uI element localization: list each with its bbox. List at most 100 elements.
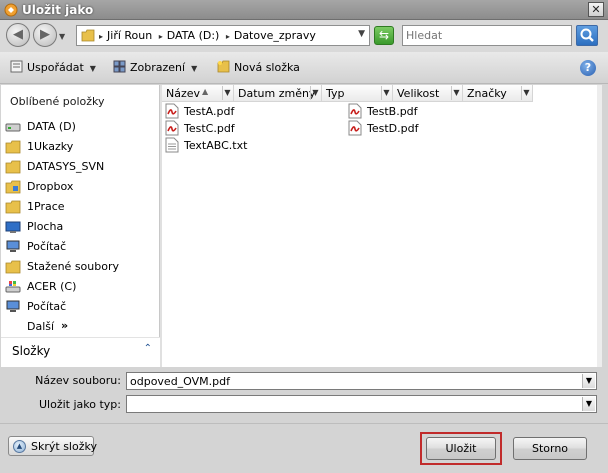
column-label: Název — [166, 87, 201, 100]
column-label: Velikost — [397, 87, 440, 100]
views-menu[interactable]: Zobrazení ▼ — [113, 60, 197, 74]
breadcrumb: ▸ Jiří Roun ▸ DATA (D:) ▸ Datove_zpravy — [99, 29, 319, 42]
filetype-select[interactable]: ▼ — [126, 395, 597, 413]
column-filter-dropdown[interactable]: ▼ — [310, 86, 320, 100]
new-folder-button[interactable]: Nová složka — [217, 60, 300, 74]
breadcrumb-item[interactable]: DATA (D:) — [167, 29, 220, 42]
nav-item-datasys-svn[interactable]: DATASYS_SVN — [5, 158, 157, 176]
new-folder-label: Nová složka — [234, 61, 300, 74]
folder-icon — [5, 200, 21, 214]
file-list: Název ▲ ▼ Datum změny ▼ Typ ▼ Velikost ▼… — [162, 85, 602, 367]
cancel-button[interactable]: Storno — [513, 437, 587, 460]
filename-field[interactable]: ▼ — [126, 372, 597, 390]
nav-item-dropbox[interactable]: Dropbox — [5, 178, 157, 196]
column-header-name[interactable]: Název ▲ ▼ — [162, 85, 234, 102]
file-item[interactable]: TestC.pdf — [165, 120, 285, 137]
nav-item-stazene-soubory[interactable]: Stažené soubory — [5, 258, 157, 276]
pdf-file-icon — [348, 103, 362, 119]
save-button[interactable]: Uložit — [426, 437, 496, 460]
chevron-down-icon[interactable]: ▼ — [582, 397, 595, 411]
sort-ascending-icon: ▲ — [202, 87, 209, 96]
nav-item-label: Počítač — [27, 300, 67, 313]
nav-item-pocitac[interactable]: Počítač — [5, 238, 157, 256]
address-bar[interactable]: ▸ Jiří Roun ▸ DATA (D:) ▸ Datove_zpravy ▼ — [76, 25, 370, 46]
pdf-file-icon — [165, 103, 179, 119]
save-dialog-icon — [4, 3, 18, 17]
organize-menu[interactable]: Uspořádat ▼ — [10, 60, 96, 74]
nav-item-label: Plocha — [27, 220, 64, 233]
folders-toggle[interactable]: Složky ⌃ — [1, 337, 160, 367]
breadcrumb-separator[interactable]: ▸ — [99, 32, 103, 41]
forward-button[interactable]: ▶ — [33, 23, 57, 47]
file-name: TestD.pdf — [367, 122, 419, 135]
breadcrumb-separator[interactable]: ▸ — [226, 32, 230, 41]
nav-item-1ukazky[interactable]: 1Ukazky — [5, 138, 157, 156]
column-filter-dropdown[interactable]: ▼ — [451, 86, 461, 100]
column-filter-dropdown[interactable]: ▼ — [381, 86, 391, 100]
file-name: TestC.pdf — [184, 122, 235, 135]
nav-item-more[interactable]: Další » — [5, 318, 157, 336]
search-button[interactable] — [576, 25, 598, 46]
nav-item-1prace[interactable]: 1Prace — [5, 198, 157, 216]
nav-item-plocha[interactable]: Plocha — [5, 218, 157, 236]
address-dropdown-icon[interactable]: ▼ — [358, 29, 365, 39]
window-title: Uložit jako — [22, 3, 94, 17]
refresh-button[interactable]: ⇆ — [374, 26, 394, 45]
nav-item-label: ACER (C) — [27, 280, 77, 293]
views-label: Zobrazení — [130, 61, 186, 74]
chevron-up-icon: ▲ — [13, 440, 26, 453]
chevron-down-icon: ▼ — [89, 64, 96, 73]
file-item[interactable]: TestA.pdf — [165, 103, 285, 120]
scrollbar[interactable] — [597, 85, 602, 367]
nav-item-label: 1Prace — [27, 200, 65, 213]
folders-label: Složky — [12, 344, 51, 358]
nav-item-data-d[interactable]: DATA (D) — [5, 118, 157, 136]
pdf-file-icon — [165, 120, 179, 136]
breadcrumb-item[interactable]: Datove_zpravy — [234, 29, 316, 42]
column-filter-dropdown[interactable]: ▼ — [521, 86, 531, 100]
search-icon — [580, 28, 594, 42]
column-filter-dropdown[interactable]: ▼ — [222, 86, 232, 100]
breadcrumb-item[interactable]: Jiří Roun — [107, 29, 152, 42]
column-label: Typ — [326, 87, 345, 100]
filename-input[interactable] — [127, 373, 577, 389]
pdf-file-icon — [348, 120, 362, 136]
close-button[interactable]: ✕ — [588, 2, 604, 17]
file-item[interactable]: TestB.pdf — [348, 103, 468, 120]
nav-item-label: Počítač — [27, 240, 67, 253]
desktop-icon — [5, 221, 21, 233]
nav-item-acer-c[interactable]: ACER (C) — [5, 278, 157, 296]
column-header-tags[interactable]: Značky ▼ — [463, 85, 533, 102]
dialog-footer: ▲ Skrýt složky Uložit Storno — [0, 423, 608, 473]
breadcrumb-separator[interactable]: ▸ — [159, 32, 163, 41]
hide-folders-button[interactable]: ▲ Skrýt složky — [8, 436, 97, 456]
recent-pages-dropdown[interactable]: ▼ — [59, 32, 65, 41]
column-header-type[interactable]: Typ ▼ — [322, 85, 393, 102]
hide-folders-label: Skrýt složky — [31, 440, 97, 453]
chevron-up-icon: ⌃ — [143, 343, 152, 354]
filetype-label: Uložit jako typ: — [39, 398, 121, 411]
search-input[interactable] — [403, 26, 563, 45]
file-item[interactable]: TestD.pdf — [348, 120, 468, 137]
drive-icon — [5, 123, 21, 132]
folder-icon — [81, 29, 95, 42]
chevron-down-icon[interactable]: ▼ — [582, 374, 595, 388]
nav-item-label: Stažené soubory — [27, 260, 119, 273]
filetype-value[interactable] — [127, 396, 577, 412]
navigation-pane: Oblíbené položky DATA (D) 1Ukazky DATASY… — [1, 85, 160, 367]
file-item[interactable]: TextABC.txt — [165, 137, 285, 154]
text-file-icon — [165, 137, 179, 153]
back-button[interactable]: ◀ — [6, 23, 30, 47]
toolbar: Uspořádat ▼ Zobrazení ▼ Nová složka ? — [0, 52, 608, 84]
computer-icon — [6, 240, 20, 252]
column-header-date[interactable]: Datum změny ▼ — [234, 85, 322, 102]
column-label: Datum změny — [238, 87, 316, 100]
favorites-header[interactable]: Oblíbené položky — [10, 95, 105, 108]
column-header-size[interactable]: Velikost ▼ — [393, 85, 463, 102]
nav-item-pocitac[interactable]: Počítač — [5, 298, 157, 316]
folder-icon — [5, 140, 21, 154]
nav-item-label: DATA (D) — [27, 120, 76, 133]
search-box[interactable] — [402, 25, 572, 46]
organize-icon — [10, 60, 23, 73]
help-button[interactable]: ? — [580, 60, 596, 76]
